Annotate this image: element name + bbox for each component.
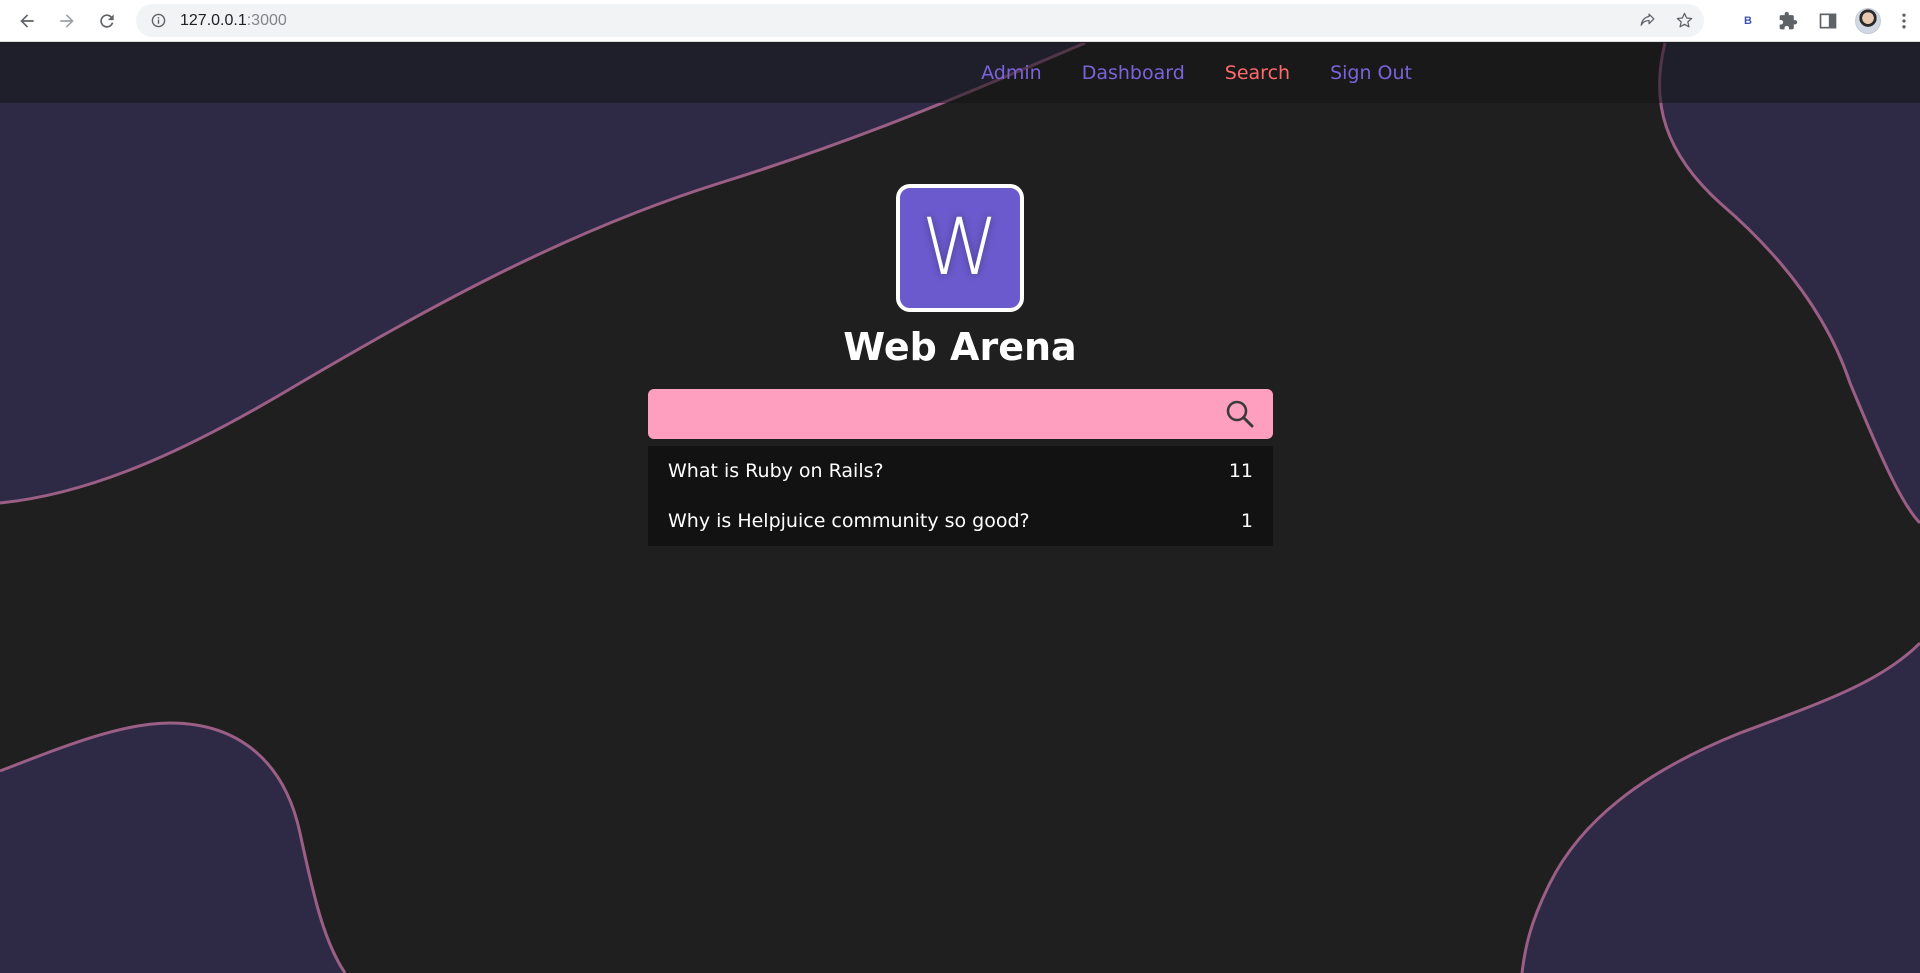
site-nav: Admin Dashboard Search Sign Out	[981, 43, 1412, 103]
logo-letter: W	[921, 203, 999, 293]
site-title: Web Arena	[843, 325, 1077, 369]
search-results: What is Ruby on Rails? 11 Why is Helpjui…	[648, 446, 1273, 546]
url-text: 127.0.0.1:3000	[180, 12, 287, 30]
info-icon[interactable]	[150, 13, 166, 29]
address-bar[interactable]: 127.0.0.1:3000	[136, 4, 1704, 37]
forward-arrow-icon[interactable]	[53, 7, 81, 35]
browser-toolbar: 127.0.0.1:3000 B	[0, 0, 1920, 42]
search-bar	[648, 389, 1273, 439]
list-item[interactable]: Why is Helpjuice community so good? 1	[648, 496, 1273, 546]
search-icon[interactable]	[1225, 399, 1255, 429]
result-count: 11	[1228, 460, 1253, 482]
back-arrow-icon[interactable]	[13, 7, 41, 35]
url-host: 127.0.0.1	[180, 11, 247, 29]
share-icon[interactable]	[1638, 11, 1657, 30]
site-logo[interactable]: W	[896, 184, 1024, 312]
star-icon[interactable]	[1675, 11, 1694, 30]
result-question: What is Ruby on Rails?	[668, 460, 884, 482]
url-port: :3000	[246, 11, 287, 29]
extension-b-icon[interactable]: B	[1728, 4, 1768, 37]
nav-link-sign-out[interactable]: Sign Out	[1330, 62, 1412, 84]
site-header: Admin Dashboard Search Sign Out	[0, 43, 1920, 103]
profile-avatar[interactable]	[1848, 4, 1888, 37]
nav-link-dashboard[interactable]: Dashboard	[1082, 62, 1185, 84]
puzzle-icon[interactable]	[1768, 4, 1808, 37]
nav-link-admin[interactable]: Admin	[981, 62, 1042, 84]
more-icon[interactable]	[1888, 4, 1920, 37]
side-panel-icon[interactable]	[1808, 4, 1848, 37]
result-question: Why is Helpjuice community so good?	[668, 510, 1030, 532]
reload-icon[interactable]	[93, 7, 121, 35]
extension-letter: B	[1744, 14, 1752, 27]
nav-link-search[interactable]: Search	[1225, 62, 1290, 84]
list-item[interactable]: What is Ruby on Rails? 11	[648, 446, 1273, 496]
result-count: 1	[1240, 510, 1253, 532]
avatar	[1855, 7, 1881, 34]
search-input[interactable]	[648, 389, 1208, 439]
